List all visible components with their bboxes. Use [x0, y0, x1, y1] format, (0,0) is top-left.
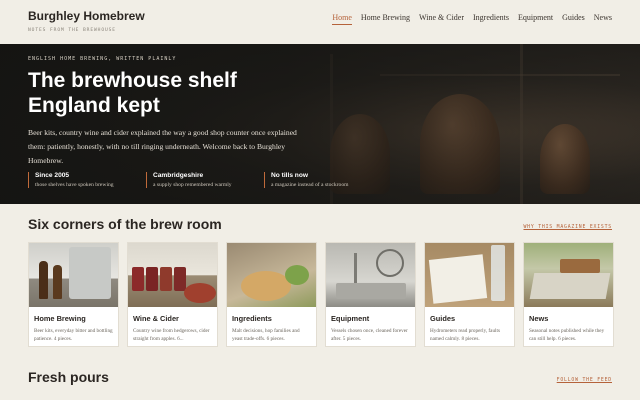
stat-title: No tills now	[271, 172, 308, 179]
stat-title: Since 2005	[35, 172, 70, 179]
card-ingredients[interactable]: Ingredients Malt decisions, hop families…	[226, 242, 317, 347]
card-text: Country wine from hedgerows, cider strai…	[133, 328, 210, 342]
stat-item: Cambridgeshire a supply shop remembered …	[146, 172, 264, 188]
malt-and-hops-image	[227, 243, 316, 307]
hero-intro: Beer kits, country wine and cider explai…	[28, 128, 297, 165]
nav-equipment[interactable]: Equipment	[518, 13, 553, 25]
sink-and-tubing-image	[326, 243, 415, 307]
notebook-and-hydrometer-image	[425, 243, 514, 307]
hero-eyebrow: ENGLISH HOME BREWING, WRITTEN PLAINLY	[28, 56, 177, 62]
corners-link[interactable]: WHY THIS MAGAZINE EXISTS	[523, 225, 612, 230]
card-title: Equipment	[331, 314, 370, 323]
site-header: Burghley Homebrew NOTES FROM THE BREWHOU…	[0, 0, 640, 44]
corners-title: Six corners of the brew room	[28, 216, 222, 232]
fresh-link[interactable]: FOLLOW THE FEED	[557, 378, 612, 383]
card-wine-cider[interactable]: Wine & Cider Country wine from hedgerows…	[127, 242, 218, 347]
garden-table-image	[524, 243, 613, 307]
card-home-brewing[interactable]: Home Brewing Beer kits, everyday bitter …	[28, 242, 119, 347]
site-tagline: NOTES FROM THE BREWHOUSE	[28, 28, 116, 33]
main-nav: Home Home Brewing Wine & Cider Ingredien…	[332, 13, 612, 25]
nav-home[interactable]: Home	[332, 13, 352, 25]
card-text: Hydrometers read properly, faults named …	[430, 328, 500, 342]
hero-title: The brewhouse shelf England kept	[28, 69, 237, 117]
jars-and-apples-image	[128, 243, 217, 307]
hero-stats: Since 2005 those shelves have spoken bre…	[28, 172, 382, 188]
nav-guides[interactable]: Guides	[562, 13, 585, 25]
nav-ingredients[interactable]: Ingredients	[473, 13, 509, 25]
card-title: Wine & Cider	[133, 314, 179, 323]
stat-text: a magazine instead of a stockroom	[271, 182, 349, 188]
card-equipment[interactable]: Equipment Vessels chosen once, cleaned f…	[325, 242, 416, 347]
stat-text: those shelves have spoken brewing	[35, 182, 114, 188]
fresh-title: Fresh pours	[28, 369, 109, 385]
card-text: Beer kits, everyday bitter and bottling …	[34, 328, 113, 342]
card-text: Malt decisions, hop families and yeast t…	[232, 328, 300, 342]
site-brand[interactable]: Burghley Homebrew	[28, 9, 145, 23]
nav-news[interactable]: News	[594, 13, 612, 25]
bottles-and-fermenter-image	[29, 243, 118, 307]
stat-text: a supply shop remembered warmly	[153, 182, 232, 188]
card-text: Vessels chosen once, cleaned forever aft…	[331, 328, 408, 342]
hero-banner: ENGLISH HOME BREWING, WRITTEN PLAINLY Th…	[0, 44, 640, 204]
card-title: Home Brewing	[34, 314, 86, 323]
card-guides[interactable]: Guides Hydrometers read properly, faults…	[424, 242, 515, 347]
card-news[interactable]: News Seasonal notes published while they…	[523, 242, 614, 347]
nav-wine-cider[interactable]: Wine & Cider	[419, 13, 464, 25]
card-title: News	[529, 314, 549, 323]
stat-title: Cambridgeshire	[153, 172, 204, 179]
stat-item: No tills now a magazine instead of a sto…	[264, 172, 382, 188]
card-title: Guides	[430, 314, 456, 323]
card-title: Ingredients	[232, 314, 272, 323]
category-cards: Home Brewing Beer kits, everyday bitter …	[28, 242, 614, 347]
stat-item: Since 2005 those shelves have spoken bre…	[28, 172, 146, 188]
card-text: Seasonal notes published while they can …	[529, 328, 605, 342]
nav-home-brewing[interactable]: Home Brewing	[361, 13, 410, 25]
